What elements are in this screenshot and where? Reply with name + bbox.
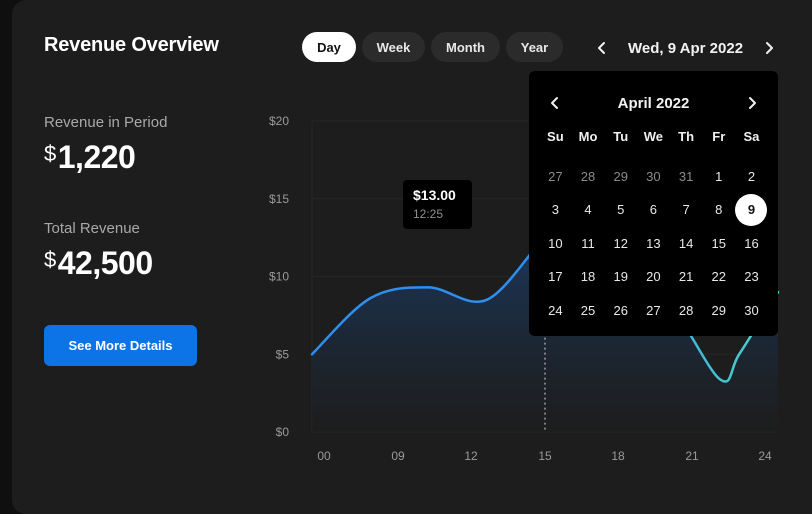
- y-tick-label: $15: [269, 192, 289, 206]
- calendar-day[interactable]: 19: [604, 260, 637, 294]
- calendar-grid: Su Mo Tu We Th Fr Sa 27 28 29 30 31 1 2 3 4 5 6 7 8 9 10 11 12 1…: [539, 126, 768, 327]
- calendar-day[interactable]: 27: [637, 294, 670, 328]
- y-tick-label: $20: [269, 114, 289, 128]
- calendar-day[interactable]: 18: [572, 260, 605, 294]
- calendar-day-selected[interactable]: 9: [735, 193, 768, 227]
- calendar-day[interactable]: 8: [702, 193, 735, 227]
- calendar-day[interactable]: 17: [539, 260, 572, 294]
- weekday-header: Su: [547, 128, 564, 144]
- calendar-day[interactable]: 30: [637, 160, 670, 194]
- y-tick-label: $5: [276, 347, 290, 361]
- calendar-month-label: April 2022: [617, 94, 690, 112]
- calendar-day[interactable]: 22: [702, 260, 735, 294]
- calendar-day[interactable]: 27: [539, 160, 572, 194]
- weekday-header: Th: [678, 128, 695, 144]
- calendar-day[interactable]: 16: [735, 227, 768, 261]
- calendar-day[interactable]: 14: [670, 227, 703, 261]
- calendar-day[interactable]: 21: [670, 260, 703, 294]
- calendar-day[interactable]: 30: [735, 294, 768, 328]
- calendar-day[interactable]: 3: [539, 193, 572, 227]
- weekday-header: Tu: [613, 128, 629, 144]
- calendar-day[interactable]: 12: [604, 227, 637, 261]
- calendar-day[interactable]: 7: [670, 193, 703, 227]
- calendar-day[interactable]: 4: [572, 193, 605, 227]
- x-tick-label: 12: [464, 449, 478, 463]
- x-tick-label: 15: [538, 449, 552, 463]
- calendar-day[interactable]: 31: [670, 160, 703, 194]
- calendar-day[interactable]: 29: [702, 294, 735, 328]
- weekday-header: We: [643, 128, 664, 144]
- calendar-day[interactable]: 28: [670, 294, 703, 328]
- calendar-day[interactable]: 1: [702, 160, 735, 194]
- weekday-header: Mo: [578, 128, 598, 144]
- x-tick-label: 21: [685, 449, 699, 463]
- calendar-header: April 2022: [529, 91, 778, 115]
- weekday-header: Sa: [743, 128, 760, 144]
- calendar-day[interactable]: 10: [539, 227, 572, 261]
- calendar-day[interactable]: 11: [572, 227, 605, 261]
- calendar-day[interactable]: 15: [702, 227, 735, 261]
- calendar-day[interactable]: 20: [637, 260, 670, 294]
- x-tick-label: 24: [758, 449, 772, 463]
- tooltip-time: 12:25: [413, 207, 444, 221]
- tooltip-value: $13.00: [413, 187, 456, 203]
- calendar-popover: April 2022 Su Mo Tu We Th Fr Sa 27 28 29 30 31 1 2 3 4 5…: [529, 71, 778, 336]
- calendar-day[interactable]: 13: [637, 227, 670, 261]
- calendar-day[interactable]: 5: [604, 193, 637, 227]
- x-tick-label: 09: [391, 449, 405, 463]
- x-tick-label: 18: [611, 449, 625, 463]
- calendar-day[interactable]: 2: [735, 160, 768, 194]
- calendar-day[interactable]: 23: [735, 260, 768, 294]
- x-tick-label: 00: [317, 449, 331, 463]
- calendar-day[interactable]: 26: [604, 294, 637, 328]
- chevron-left-icon[interactable]: [543, 91, 567, 115]
- calendar-day[interactable]: 24: [539, 294, 572, 328]
- calendar-day[interactable]: 29: [604, 160, 637, 194]
- chevron-right-icon[interactable]: [740, 91, 764, 115]
- calendar-day[interactable]: 25: [572, 294, 605, 328]
- calendar-day[interactable]: 6: [637, 193, 670, 227]
- calendar-day[interactable]: 28: [572, 160, 605, 194]
- y-tick-label: $10: [269, 270, 289, 284]
- weekday-header: Fr: [712, 128, 726, 144]
- y-tick-label: $0: [276, 425, 290, 439]
- chart-tooltip: $13.00 12:25: [403, 180, 472, 229]
